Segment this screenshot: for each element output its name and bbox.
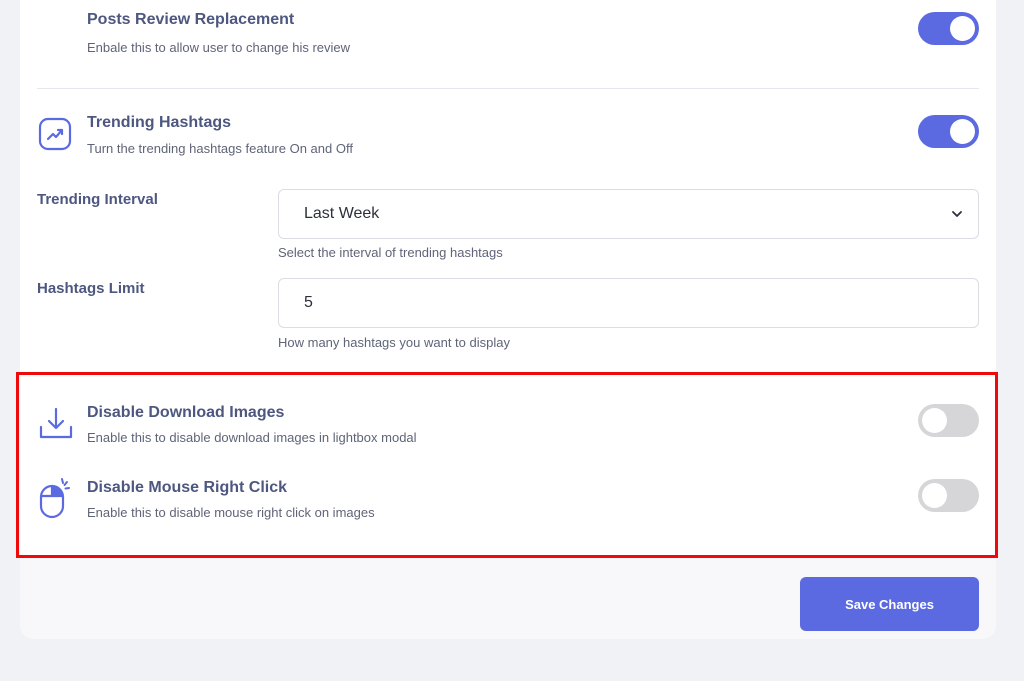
trending-hashtags-description: Turn the trending hashtags feature On an…	[87, 141, 353, 156]
mouse-click-icon	[39, 478, 70, 519]
hashtags-limit-help: How many hashtags you want to display	[278, 335, 510, 350]
chevron-down-icon	[952, 211, 962, 217]
hashtags-limit-label: Hashtags Limit	[37, 280, 145, 297]
trending-interval-select[interactable]: Last Week	[278, 189, 979, 239]
trending-hashtags-title: Trending Hashtags	[87, 114, 232, 131]
disable-download-description: Enable this to disable download images i…	[87, 430, 417, 445]
toggle-knob	[922, 408, 947, 433]
trending-interval-help: Select the interval of trending hashtags	[278, 245, 503, 260]
toggle-knob	[922, 483, 947, 508]
section-divider	[37, 88, 979, 89]
disable-right-click-toggle[interactable]	[918, 479, 979, 512]
posts-review-title: Posts Review Replacement	[87, 11, 295, 28]
disable-download-title: Disable Download Images	[87, 404, 285, 421]
hashtags-limit-value: 5	[304, 294, 313, 311]
disable-right-click-description: Enable this to disable mouse right click…	[87, 505, 375, 520]
trending-up-icon	[38, 117, 72, 151]
toggle-knob	[950, 16, 975, 41]
trending-hashtags-toggle[interactable]	[918, 115, 979, 148]
save-changes-button[interactable]: Save Changes	[800, 577, 979, 631]
trending-interval-value: Last Week	[304, 205, 380, 222]
disable-right-click-title: Disable Mouse Right Click	[87, 479, 288, 496]
posts-review-toggle[interactable]	[918, 12, 979, 45]
hashtags-limit-input[interactable]: 5	[278, 278, 979, 328]
disable-download-toggle[interactable]	[918, 404, 979, 437]
trending-interval-label: Trending Interval	[37, 191, 158, 208]
highlight-box	[16, 372, 998, 558]
download-icon	[39, 407, 73, 439]
posts-review-description: Enbale this to allow user to change his …	[87, 40, 351, 55]
toggle-knob	[950, 119, 975, 144]
